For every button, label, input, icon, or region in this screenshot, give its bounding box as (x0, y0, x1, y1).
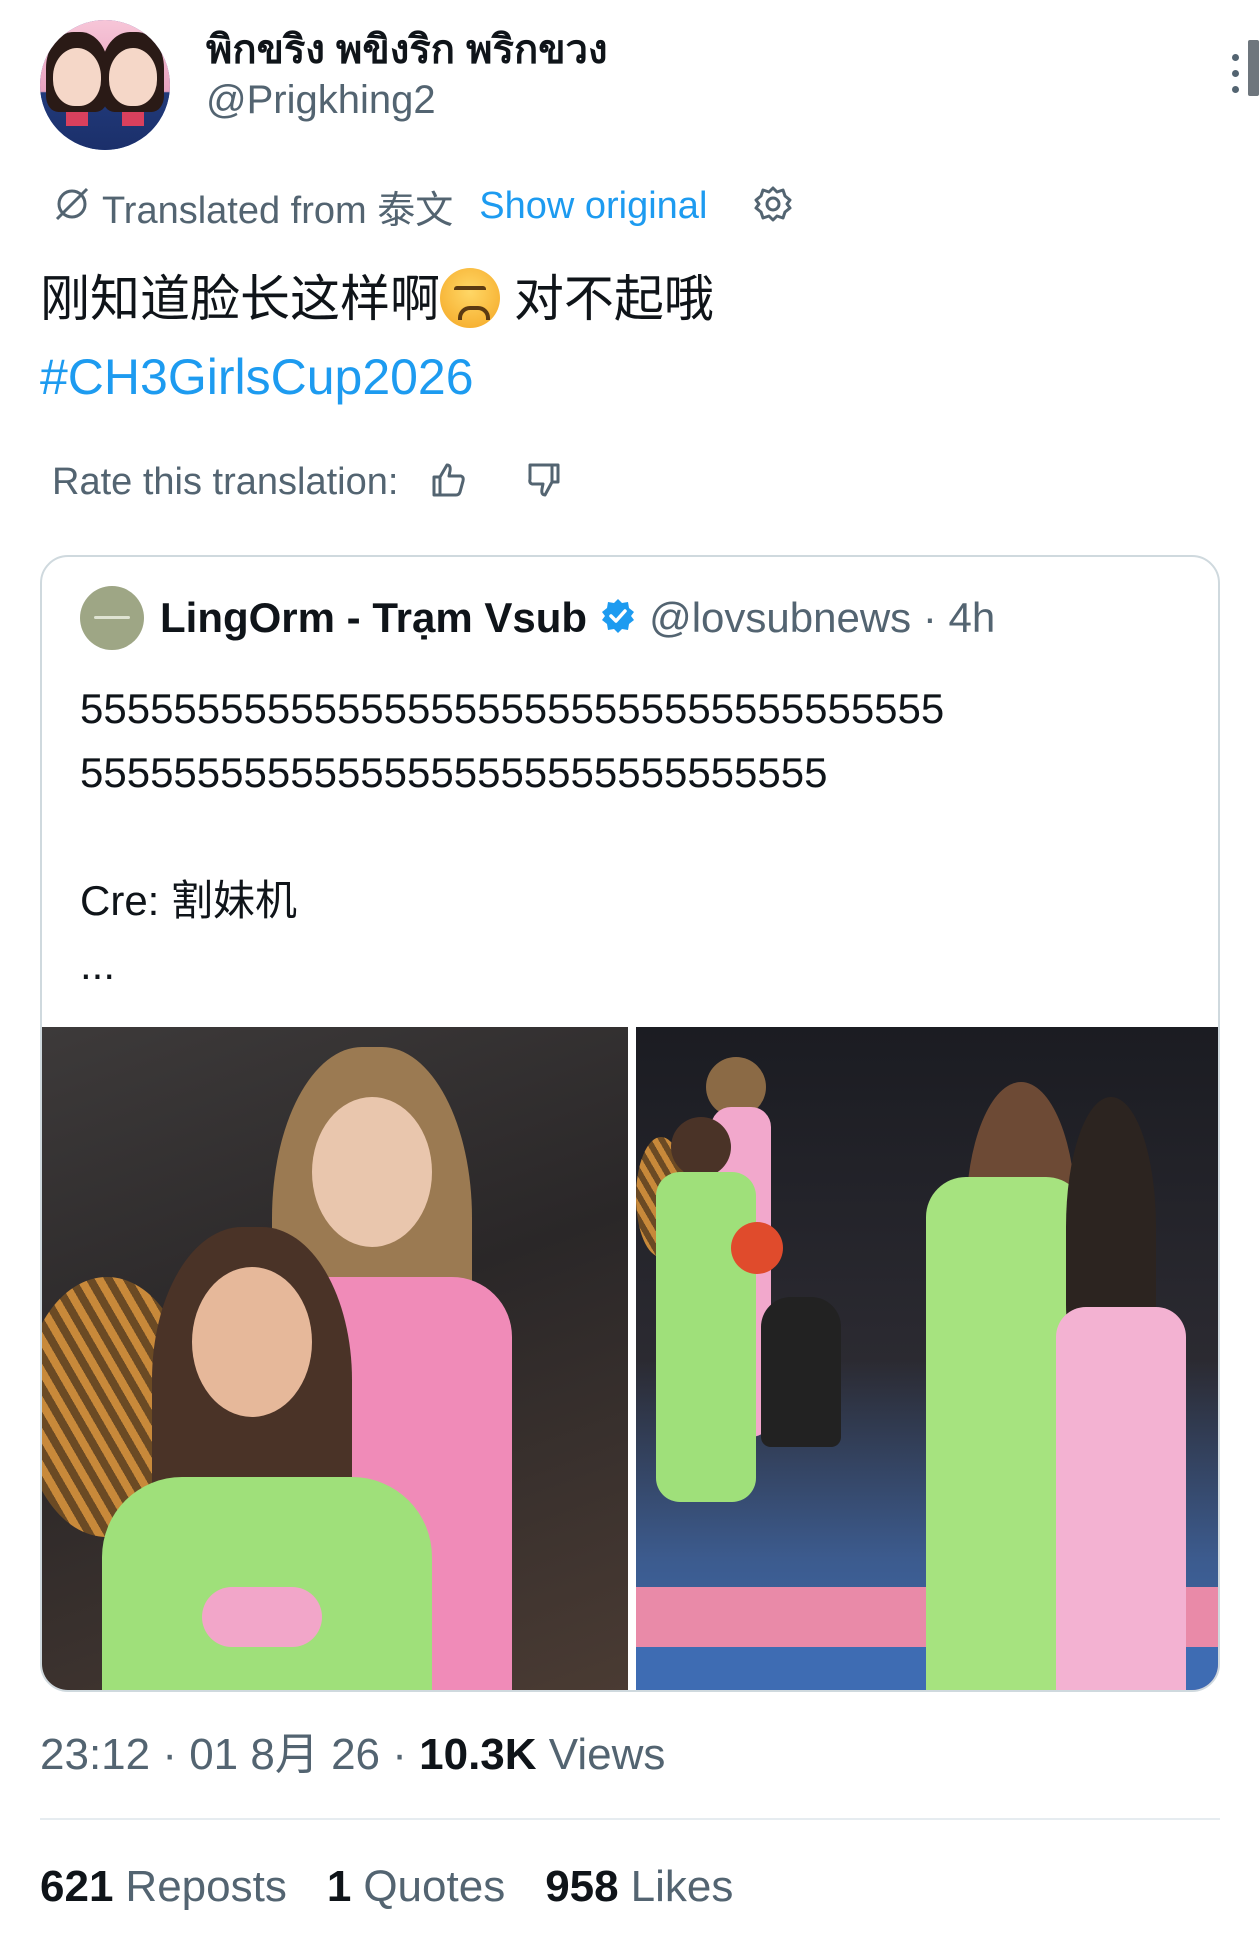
rate-translation: Rate this translation: (52, 452, 564, 512)
author-display-name[interactable]: พิกขริง พขิงริก พริกขวง (206, 26, 608, 74)
likes-label: Likes (630, 1862, 734, 1911)
gear-icon[interactable] (753, 184, 793, 229)
engagement-stats: 621 Reposts 1 Quotes 958 Likes (40, 1862, 733, 1912)
translated-from-label: Translated from 泰文 (102, 189, 454, 232)
rate-translation-label: Rate this translation: (52, 460, 399, 503)
quoted-handle-time: @lovsubnews · 4h (649, 594, 996, 641)
quoted-tweet-text: 5555555555555555555555555555555555555 55… (80, 685, 945, 988)
tweet-meta: 23:12 · 01 8月 26 · 10.3K Views (40, 1718, 665, 1782)
hashtag-link[interactable]: #CH3GirlsCup2026 (40, 338, 1220, 416)
author-avatar[interactable] (40, 20, 170, 150)
quoted-tweet[interactable]: LingOrm - Trạm Vsub @lovsubnews · 4h 555… (40, 555, 1220, 1692)
persevering-face-emoji (440, 268, 500, 328)
quotes-label: Quotes (363, 1862, 506, 1911)
quoted-author-name[interactable]: LingOrm - Trạm Vsub (160, 594, 587, 642)
more-options-icon[interactable] (1230, 54, 1240, 100)
tweet-text-part2: 对不起哦 (500, 271, 714, 327)
translation-bar: Translated from 泰文 Show original (52, 178, 793, 234)
views-label: Views (536, 1730, 666, 1779)
quoted-author-avatar[interactable] (80, 586, 144, 650)
tweet-timestamp[interactable]: 23:12 · 01 8月 26 · (40, 1730, 419, 1779)
tweet-header: พิกขริง พขิงริก พริกขวง @Prigkhing2 (40, 20, 1259, 160)
thumbs-up-icon[interactable] (428, 460, 468, 505)
views-count: 10.3K (419, 1730, 537, 1779)
author-name-block[interactable]: พิกขริง พขิงริก พริกขวง @Prigkhing2 (206, 26, 608, 126)
show-original-link[interactable]: Show original (479, 185, 707, 228)
reposts-label: Reposts (125, 1862, 287, 1911)
quoted-media (42, 1027, 1218, 1690)
tweet-text-part1: 刚知道脸长这样啊 (40, 271, 440, 327)
divider (40, 1818, 1220, 1820)
likes-count: 958 (545, 1862, 619, 1911)
quoted-tweet-header: LingOrm - Trạm Vsub @lovsubnews · 4h (80, 585, 995, 651)
scrollbar-thumb[interactable] (1248, 40, 1259, 96)
reposts-stat[interactable]: 621 Reposts (40, 1862, 287, 1912)
tweet-text: 刚知道脸长这样啊 对不起哦 #CH3GirlsCup2026 (40, 260, 1220, 416)
verified-badge-icon (599, 597, 637, 640)
translate-icon (52, 184, 92, 229)
quotes-count: 1 (326, 1862, 352, 1911)
thumbs-down-icon[interactable] (524, 460, 564, 505)
quotes-stat[interactable]: 1 Quotes (327, 1862, 505, 1912)
reposts-count: 621 (40, 1862, 114, 1911)
photo-2[interactable] (636, 1027, 1218, 1690)
photo-1[interactable] (42, 1027, 628, 1690)
author-handle[interactable]: @Prigkhing2 (206, 74, 608, 126)
likes-stat[interactable]: 958 Likes (545, 1862, 733, 1912)
